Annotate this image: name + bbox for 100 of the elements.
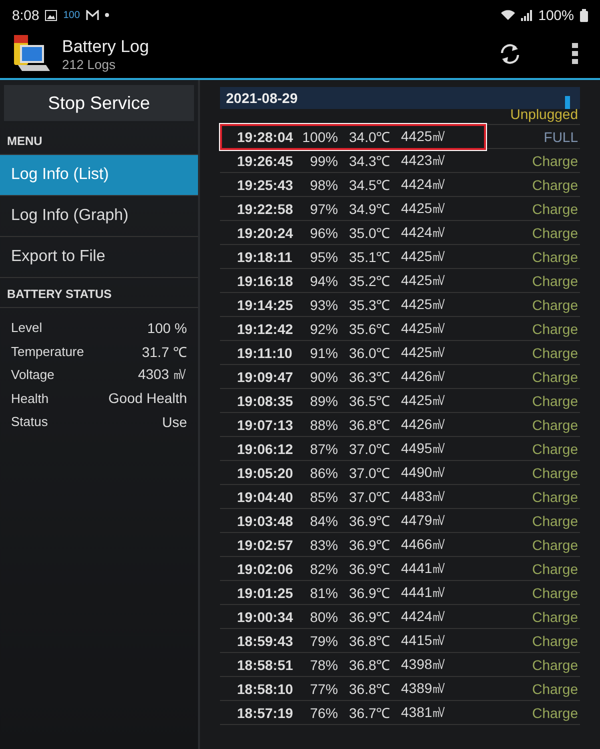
log-temperature: 36.9℃ [348, 536, 392, 554]
log-level: 77% [308, 680, 338, 696]
refresh-button[interactable] [498, 42, 522, 66]
log-voltage: 4389㎷ [401, 680, 448, 698]
wifi-icon [501, 10, 516, 20]
log-level: 76% [308, 704, 338, 720]
log-time: 19:12:42 [236, 320, 294, 336]
log-temperature: 36.0℃ [348, 344, 392, 362]
log-temperature: 35.0℃ [348, 224, 392, 242]
log-status: Charge [531, 152, 579, 168]
log-time: 19:08:35 [236, 392, 294, 408]
section-heading: BATTERY STATUS [0, 278, 198, 308]
mail-icon [86, 10, 99, 20]
log-level: 96% [308, 224, 338, 240]
log-time: 19:22:58 [236, 200, 294, 216]
log-time: 19:02:57 [236, 536, 294, 552]
scroll-indicator [565, 96, 570, 109]
log-voltage: 4381㎷ [401, 704, 448, 722]
log-temperature: 36.9℃ [348, 584, 392, 602]
log-temperature: 35.3℃ [348, 296, 392, 314]
log-status: Charge [531, 344, 579, 360]
notification-count: 100 [63, 10, 80, 20]
log-level: 92% [308, 320, 338, 336]
log-status: Charge [531, 272, 579, 288]
log-level: 78% [308, 656, 338, 672]
dot-icon [104, 13, 109, 17]
log-voltage: 4425㎷ [401, 344, 448, 362]
log-count: 212 Logs [62, 56, 116, 72]
log-temperature: 36.8℃ [348, 680, 392, 698]
log-status: Charge [531, 632, 579, 648]
log-temperature: 35.6℃ [348, 320, 392, 338]
date-header: 2021-08-29 [220, 87, 580, 109]
log-level: 81% [308, 584, 338, 600]
log-status: Charge [531, 584, 579, 600]
clock: 8:08 [12, 7, 40, 23]
log-temperature: 37.0℃ [348, 440, 392, 458]
log-voltage: 4483㎷ [401, 488, 448, 506]
log-voltage: 4466㎷ [401, 536, 448, 554]
log-temperature: 36.9℃ [348, 512, 392, 530]
log-voltage: 4441㎷ [401, 584, 448, 602]
log-status: Charge [531, 560, 579, 576]
log-temperature: 35.2℃ [348, 272, 392, 290]
log-voltage: 4424㎷ [401, 224, 448, 242]
log-temperature: 36.8℃ [348, 656, 392, 674]
log-voltage: 4423㎷ [401, 152, 448, 170]
log-time: 19:00:34 [236, 608, 294, 624]
log-status: Charge [531, 320, 579, 336]
menu-item[interactable]: Log Info (List) [0, 155, 198, 196]
log-time: 19:05:20 [236, 464, 294, 480]
log-voltage: 4426㎷ [401, 416, 448, 434]
log-level: 93% [308, 296, 338, 312]
log-level: 95% [308, 248, 338, 264]
stop-service-button[interactable]: Stop Service [4, 85, 194, 121]
log-temperature: 36.9℃ [348, 608, 392, 626]
log-temperature: 37.0℃ [348, 488, 392, 506]
log-voltage: 4425㎷ [401, 320, 448, 338]
log-temperature: 36.5℃ [348, 392, 392, 410]
log-status: Unplugged [509, 106, 579, 122]
log-level: 91% [308, 344, 338, 360]
log-status: Charge [531, 392, 579, 408]
log-temperature: 34.3℃ [348, 152, 392, 170]
log-voltage: 4425㎷ [401, 296, 448, 314]
status-label: Health [11, 390, 49, 406]
log-status: Charge [531, 488, 579, 504]
log-temperature: 34.9℃ [348, 200, 392, 218]
log-level: 90% [308, 368, 338, 384]
overflow-menu-button[interactable] [572, 43, 578, 65]
log-voltage: 4479㎷ [401, 512, 448, 530]
log-voltage: 4415㎷ [401, 632, 448, 650]
log-level: 98% [308, 176, 338, 192]
log-status: Charge [531, 512, 579, 528]
menu-item[interactable]: Log Info (Graph) [0, 196, 198, 237]
log-status: Charge [531, 536, 579, 552]
log-voltage: 4495㎷ [401, 440, 448, 458]
image-icon [45, 10, 58, 20]
log-temperature: 34.5℃ [348, 176, 392, 194]
log-level: 88% [308, 416, 338, 432]
log-temperature: 36.7℃ [348, 704, 392, 722]
log-time: 19:20:24 [236, 224, 294, 240]
log-time: 19:03:48 [236, 512, 294, 528]
status-label: Status [11, 414, 48, 430]
log-temperature: 36.8℃ [348, 416, 392, 434]
battery-percent: 100% [538, 7, 574, 23]
status-value: 100 % [147, 320, 187, 336]
menu-item[interactable]: Export to File [0, 237, 198, 278]
log-time: 19:16:18 [236, 272, 294, 288]
log-level: 86% [308, 464, 338, 480]
log-time: 19:28:04 [236, 128, 294, 144]
log-time: 19:11:10 [236, 344, 294, 360]
log-status: Charge [531, 680, 579, 696]
log-time: 19:14:25 [236, 296, 294, 312]
log-status: FULL [542, 128, 579, 144]
log-status: Charge [531, 248, 579, 264]
log-voltage: 4426㎷ [401, 368, 448, 386]
battery-icon [580, 8, 588, 22]
log-time: 19:09:47 [236, 368, 294, 384]
log-temperature: 34.0℃ [348, 128, 392, 146]
log-time: 18:58:10 [236, 680, 294, 696]
log-temperature: 36.8℃ [348, 632, 392, 650]
log-status: Charge [531, 416, 579, 432]
